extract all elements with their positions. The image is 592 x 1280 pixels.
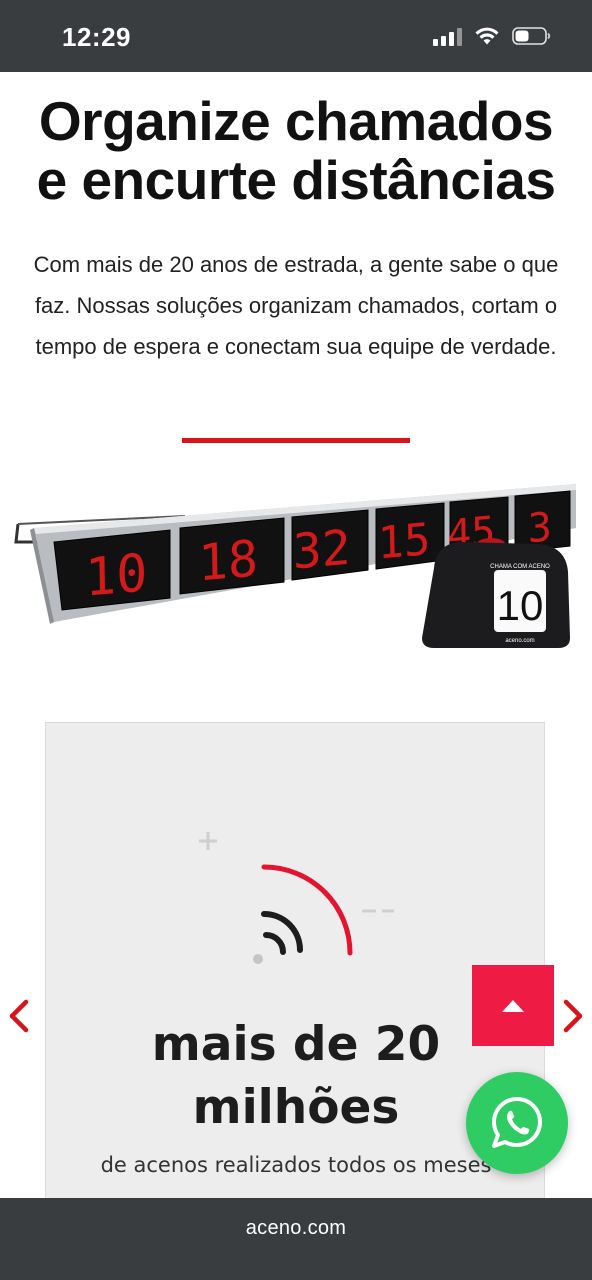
product-image: 10 18 32 15 45 3 CHAMA COM ACENO 10 acen… bbox=[14, 484, 576, 648]
status-icons bbox=[433, 26, 552, 46]
chevron-left-icon bbox=[9, 999, 29, 1033]
wifi-icon bbox=[475, 27, 499, 45]
red-divider bbox=[182, 438, 410, 443]
title-line-2: e encurte distâncias bbox=[36, 149, 556, 211]
display-number: 18 bbox=[198, 529, 259, 592]
stats-subtitle: de acenos realizados todos os meses bbox=[100, 1153, 492, 1177]
battery-icon bbox=[512, 27, 551, 45]
whatsapp-icon bbox=[492, 1096, 542, 1148]
status-bar: 12:29 bbox=[0, 0, 592, 72]
call-device: CHAMA COM ACENO 10 aceno.com bbox=[422, 538, 570, 648]
browser-url-bar[interactable]: aceno.com bbox=[0, 1198, 592, 1280]
display-number: 32 bbox=[292, 520, 351, 581]
whatsapp-button[interactable] bbox=[466, 1072, 568, 1174]
stats-title-line-2: milhões bbox=[192, 1080, 400, 1135]
title-line-1: Organize chamados bbox=[38, 90, 554, 152]
status-time: 12:29 bbox=[62, 22, 131, 52]
signal-icon bbox=[433, 28, 462, 46]
carousel-prev-button[interactable] bbox=[4, 998, 34, 1034]
back-to-top-button[interactable] bbox=[472, 965, 554, 1046]
wave-signal-icon bbox=[199, 832, 394, 964]
chevron-right-icon bbox=[563, 999, 583, 1033]
device-brand: aceno.com bbox=[505, 638, 534, 644]
stats-title-line-1: mais de 20 bbox=[151, 1017, 441, 1072]
page-title: Organize chamados e encurte distâncias bbox=[0, 92, 592, 210]
url-text: aceno.com bbox=[245, 1217, 347, 1239]
device-number: 10 bbox=[497, 582, 544, 629]
display-number: 15 bbox=[377, 514, 431, 570]
carousel-next-button[interactable] bbox=[558, 998, 588, 1034]
display-number: 10 bbox=[84, 543, 147, 609]
caret-up-icon bbox=[502, 999, 524, 1012]
device-label: CHAMA COM ACENO bbox=[490, 564, 550, 570]
intro-text: Com mais de 20 anos de estrada, a gente … bbox=[33, 252, 559, 359]
